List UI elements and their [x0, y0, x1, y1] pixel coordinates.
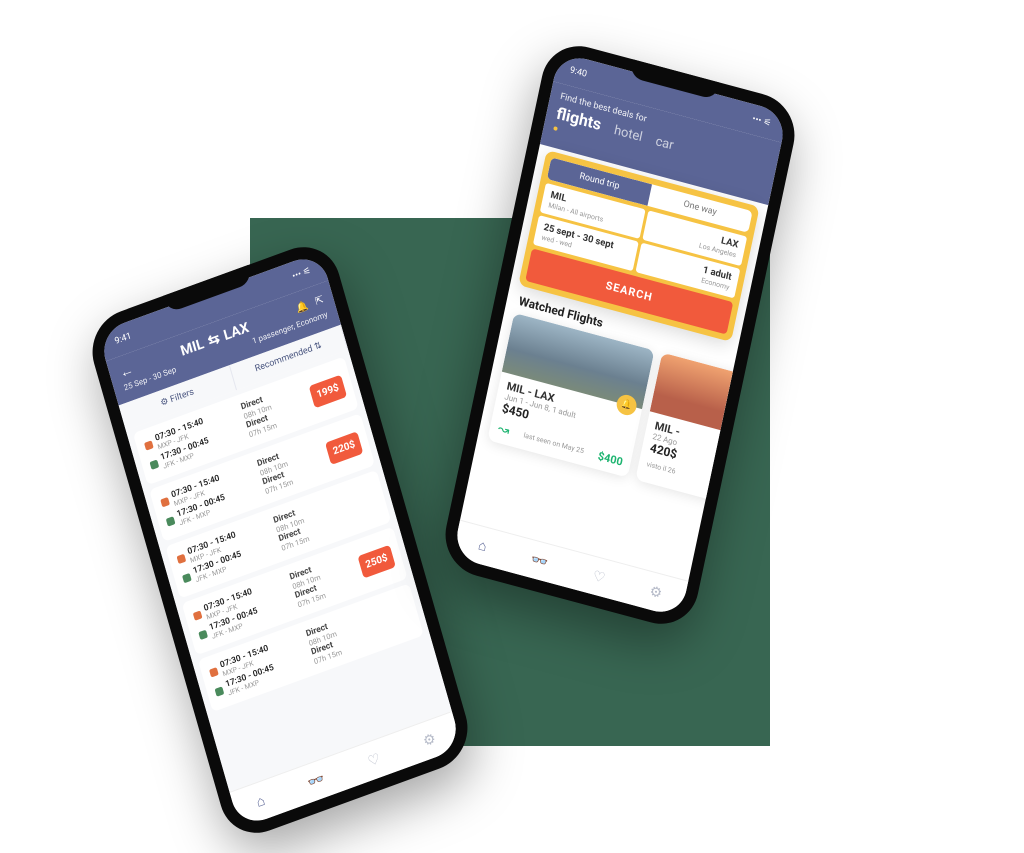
filters-label: Filters	[169, 387, 195, 405]
status-time: 9:41	[114, 331, 133, 347]
nav-gear-icon[interactable]: ⚙	[648, 583, 663, 602]
price-badge	[343, 493, 378, 516]
seen-label: visto il 26	[646, 460, 676, 476]
airline-icon	[198, 630, 208, 640]
low-price: $400	[597, 449, 624, 468]
airline-icon	[160, 497, 170, 507]
tab-indicator-dot	[553, 126, 558, 131]
status-time: 9:40	[569, 65, 588, 79]
swap-icon[interactable]: ⇆	[206, 330, 221, 349]
price-badge: 250$	[357, 544, 395, 578]
bell-icon[interactable]: 🔔	[295, 300, 310, 315]
airline-icon	[182, 573, 192, 583]
tab-hotel[interactable]: hotel	[613, 123, 644, 145]
price-badge: 199$	[309, 374, 347, 408]
airline-icon	[209, 667, 219, 677]
airline-icon	[193, 610, 203, 620]
nav-home-icon[interactable]: ⌂	[477, 536, 489, 555]
nav-heart-icon[interactable]: ♡	[366, 750, 382, 770]
nav-binoculars-icon[interactable]: 👓	[306, 770, 327, 791]
seen-label: last seen on May 25	[523, 431, 585, 455]
price-badge	[375, 606, 410, 629]
airline-icon	[150, 459, 160, 469]
nav-binoculars-icon[interactable]: 👓	[530, 551, 550, 571]
status-icons: ••• ⚟	[291, 266, 312, 282]
status-icons: ••• ⚟	[751, 114, 772, 129]
airline-icon	[215, 686, 225, 696]
back-icon[interactable]: ←	[118, 361, 136, 382]
nav-heart-icon[interactable]: ♡	[591, 568, 606, 587]
nav-home-icon[interactable]: ⌂	[254, 792, 267, 811]
tab-car[interactable]: car	[654, 134, 675, 153]
airline-icon	[166, 516, 176, 526]
share-icon[interactable]: ⇱	[314, 294, 325, 307]
airline-icon	[144, 440, 154, 450]
airline-icon	[177, 554, 187, 564]
price-badge: 220$	[325, 431, 363, 465]
trend-down-icon: ↝	[496, 421, 511, 440]
nav-gear-icon[interactable]: ⚙	[421, 730, 437, 750]
